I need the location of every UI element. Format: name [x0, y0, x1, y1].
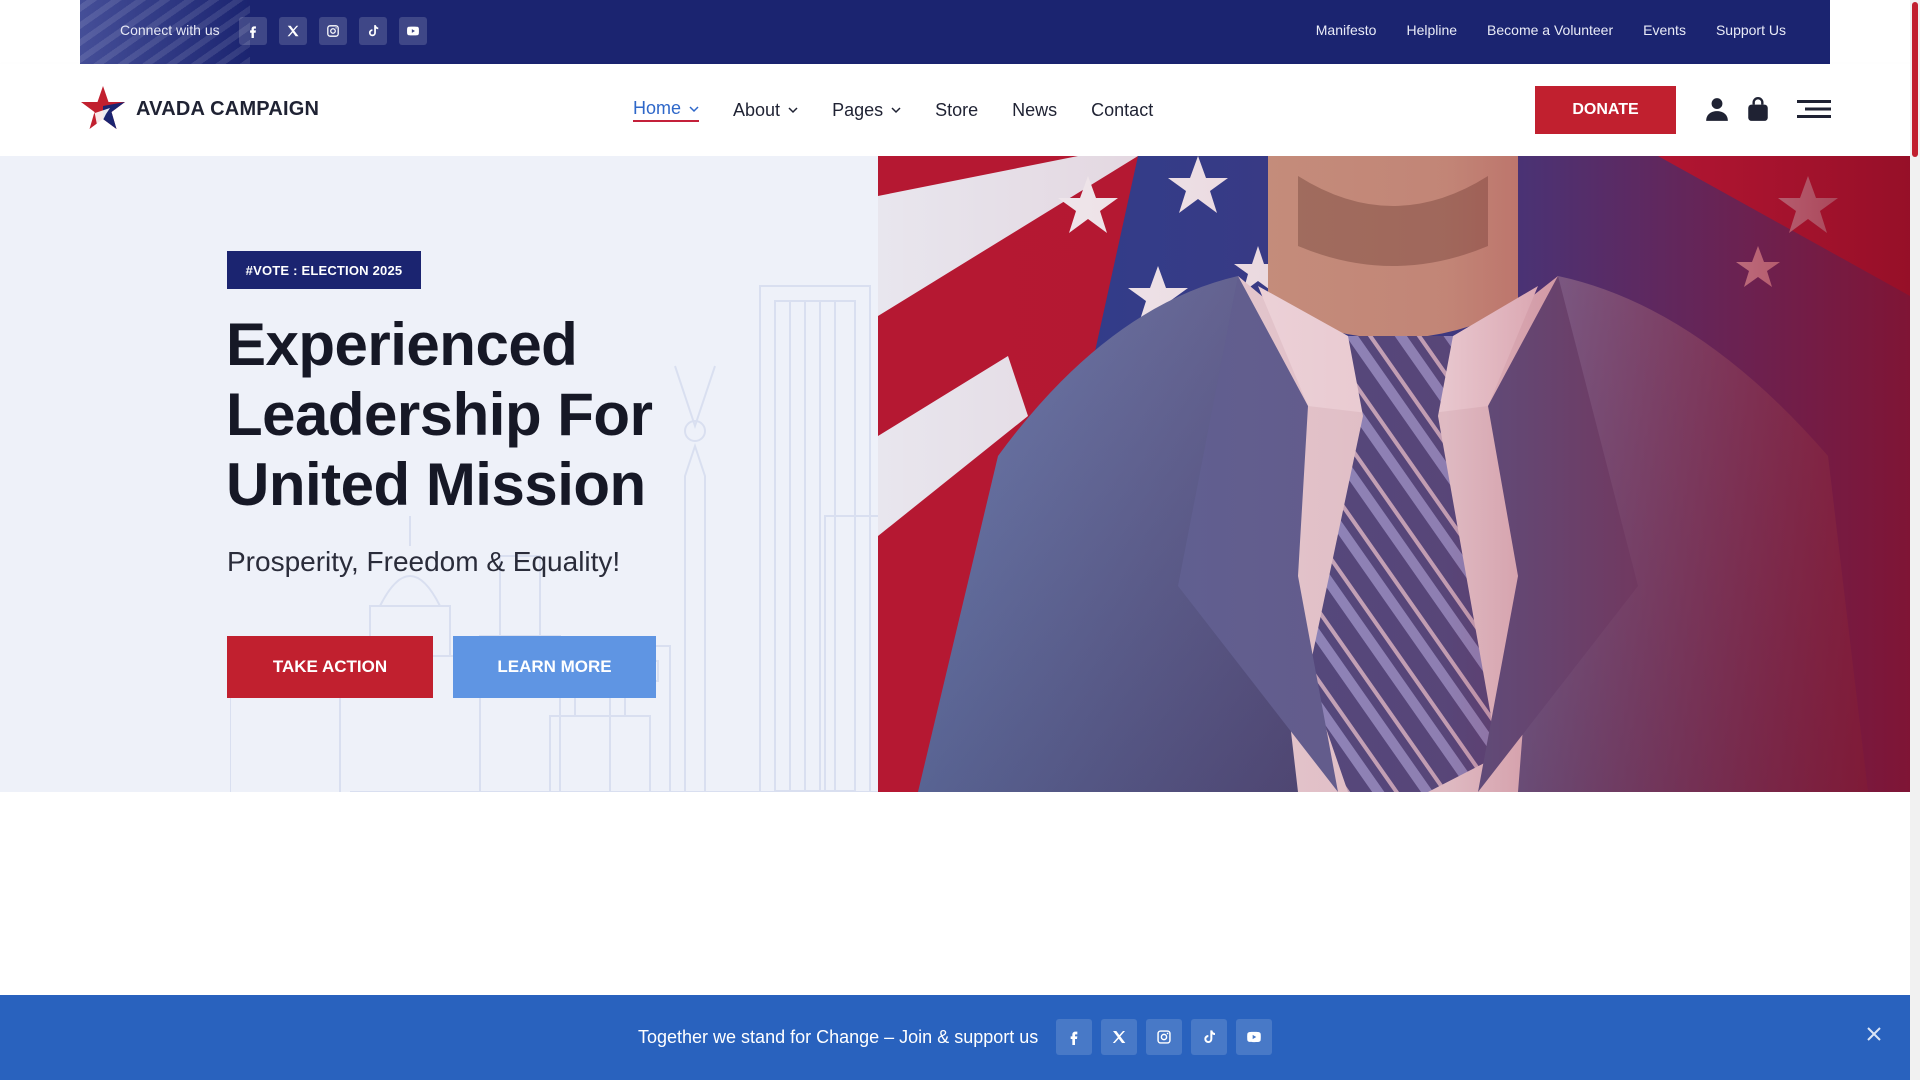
tiktok-icon[interactable] — [359, 17, 387, 45]
logo[interactable]: AVADA CAMPAIGN — [80, 84, 319, 134]
shopping-bag-icon[interactable] — [1745, 96, 1771, 122]
chevron-down-icon — [891, 107, 901, 114]
top-social-links — [239, 17, 427, 45]
banner-social-links — [1056, 1019, 1272, 1055]
top-link-volunteer[interactable]: Become a Volunteer — [1487, 22, 1613, 38]
tiktok-icon[interactable] — [1191, 1019, 1227, 1055]
hero-candidate-image — [878, 156, 1910, 792]
user-icon[interactable] — [1704, 96, 1730, 122]
nav-item-home[interactable]: Home — [633, 98, 700, 122]
bottom-banner: Together we stand for Change – Join & su… — [0, 995, 1910, 1080]
headline-line: Experienced — [226, 311, 578, 378]
nav-item-contact[interactable]: Contact — [1091, 98, 1153, 122]
youtube-icon[interactable] — [1236, 1019, 1272, 1055]
nav-label-store: Store — [935, 99, 979, 120]
instagram-icon[interactable] — [319, 17, 347, 45]
nav-item-pages[interactable]: Pages — [832, 98, 901, 122]
x-twitter-icon[interactable] — [279, 17, 307, 45]
nav-label-home: Home — [633, 98, 682, 118]
x-twitter-icon[interactable] — [1101, 1019, 1137, 1055]
nav-item-store[interactable]: Store — [935, 98, 978, 122]
hero-subline: Prosperity, Freedom & Equality! — [227, 546, 621, 577]
main-nav: Home About Pages Store News Contact — [633, 98, 1153, 122]
brand-name: AVADA CAMPAIGN — [136, 97, 320, 120]
top-bar: Connect with us Manifesto Helpline Becom… — [80, 0, 1830, 64]
top-link-events[interactable]: Events — [1643, 22, 1686, 38]
chevron-down-icon — [788, 107, 798, 114]
chevron-down-icon — [689, 105, 699, 112]
top-link-manifesto[interactable]: Manifesto — [1316, 22, 1377, 38]
nav-label-news: News — [1012, 99, 1058, 120]
page-scrollbar[interactable] — [1910, 0, 1920, 1080]
facebook-icon[interactable] — [1056, 1019, 1092, 1055]
candidate-suit-illustration — [878, 156, 1910, 792]
connect-label: Connect with us — [120, 22, 220, 38]
top-links: Manifesto Helpline Become a Volunteer Ev… — [1316, 22, 1786, 38]
main-header: AVADA CAMPAIGN Home About Pages Store Ne… — [0, 64, 1912, 156]
close-icon[interactable] — [1865, 1025, 1883, 1043]
headline-line: Leadership For — [226, 381, 653, 448]
menu-icon[interactable] — [1797, 96, 1831, 122]
take-action-button[interactable]: TAKE ACTION — [227, 636, 433, 698]
facebook-icon[interactable] — [239, 17, 267, 45]
nav-item-about[interactable]: About — [733, 98, 798, 122]
nav-label-about: About — [733, 99, 781, 120]
instagram-icon[interactable] — [1146, 1019, 1182, 1055]
top-link-helpline[interactable]: Helpline — [1406, 22, 1457, 38]
scrollbar-thumb[interactable] — [1912, 2, 1918, 157]
star-logo-icon — [81, 86, 125, 130]
hero-headline: Experienced Leadership For United Missio… — [226, 310, 786, 520]
headline-line: United Mission — [226, 451, 646, 518]
election-tag: #VOTE : ELECTION 2025 — [227, 251, 421, 289]
banner-message: Together we stand for Change – Join & su… — [638, 1027, 1039, 1047]
top-link-support[interactable]: Support Us — [1716, 22, 1786, 38]
page: Connect with us Manifesto Helpline Becom… — [0, 0, 1920, 1080]
donate-button[interactable]: DONATE — [1535, 86, 1676, 134]
nav-label-contact: Contact — [1091, 99, 1154, 120]
nav-item-news[interactable]: News — [1012, 98, 1057, 122]
learn-more-button[interactable]: LEARN MORE — [453, 636, 656, 698]
nav-label-pages: Pages — [832, 99, 884, 120]
youtube-icon[interactable] — [399, 17, 427, 45]
